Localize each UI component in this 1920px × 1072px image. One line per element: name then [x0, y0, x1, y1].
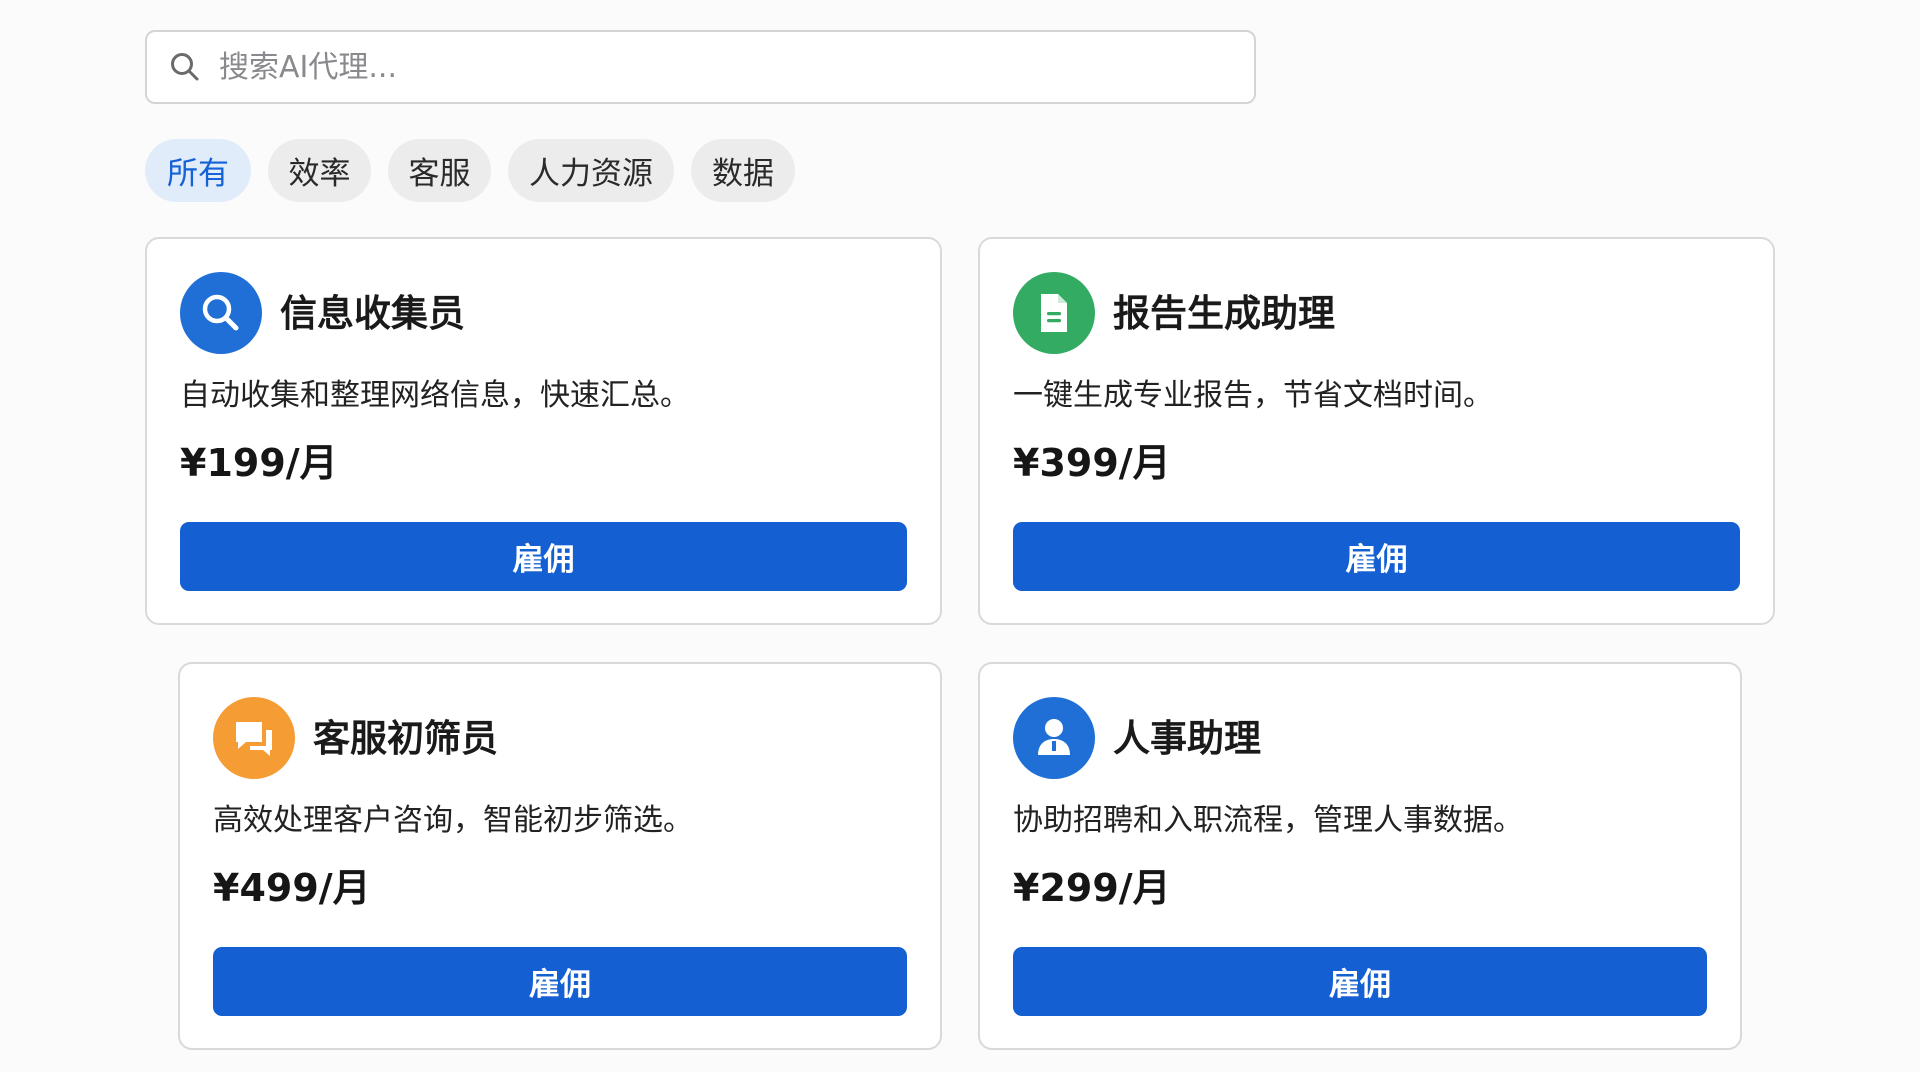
agent-title: 客服初筛员: [313, 717, 498, 760]
agent-title: 报告生成助理: [1113, 292, 1335, 335]
agent-price: ¥299/月: [1013, 866, 1171, 910]
agent-card: 报告生成助理 一键生成专业报告，节省文档时间。 ¥399/月 雇佣: [978, 237, 1775, 625]
agent-description: 自动收集和整理网络信息，快速汇总。: [180, 378, 690, 413]
search-icon: [180, 272, 262, 354]
chat-icon: [213, 697, 295, 779]
agent-price: ¥199/月: [180, 441, 338, 485]
hire-button[interactable]: 雇佣: [1013, 522, 1740, 591]
agent-title: 信息收集员: [280, 292, 465, 335]
search-bar[interactable]: [145, 30, 1256, 104]
agent-card: 人事助理 协助招聘和入职流程，管理人事数据。 ¥299/月 雇佣: [978, 662, 1742, 1050]
filter-chip-customer-service[interactable]: 客服: [388, 139, 491, 202]
search-input[interactable]: [203, 32, 1254, 102]
document-icon: [1013, 272, 1095, 354]
filter-chip-all[interactable]: 所有: [145, 139, 251, 202]
hire-button[interactable]: 雇佣: [1013, 947, 1707, 1016]
filter-chips: 所有 效率 客服 人力资源 数据: [145, 139, 795, 202]
agent-title: 人事助理: [1113, 717, 1261, 760]
filter-chip-hr[interactable]: 人力资源: [508, 139, 674, 202]
agent-price: ¥399/月: [1013, 441, 1171, 485]
user-icon: [1013, 697, 1095, 779]
agent-card: 信息收集员 自动收集和整理网络信息，快速汇总。 ¥199/月 雇佣: [145, 237, 942, 625]
filter-chip-efficiency[interactable]: 效率: [268, 139, 371, 202]
agent-description: 协助招聘和入职流程，管理人事数据。: [1013, 803, 1523, 838]
agent-card: 客服初筛员 高效处理客户咨询，智能初步筛选。 ¥499/月 雇佣: [178, 662, 942, 1050]
search-icon: [167, 49, 203, 85]
agent-price: ¥499/月: [213, 866, 371, 910]
hire-button[interactable]: 雇佣: [213, 947, 907, 1016]
filter-chip-data[interactable]: 数据: [691, 139, 795, 202]
agent-description: 高效处理客户咨询，智能初步筛选。: [213, 803, 693, 838]
hire-button[interactable]: 雇佣: [180, 522, 907, 591]
agent-description: 一键生成专业报告，节省文档时间。: [1013, 378, 1493, 413]
